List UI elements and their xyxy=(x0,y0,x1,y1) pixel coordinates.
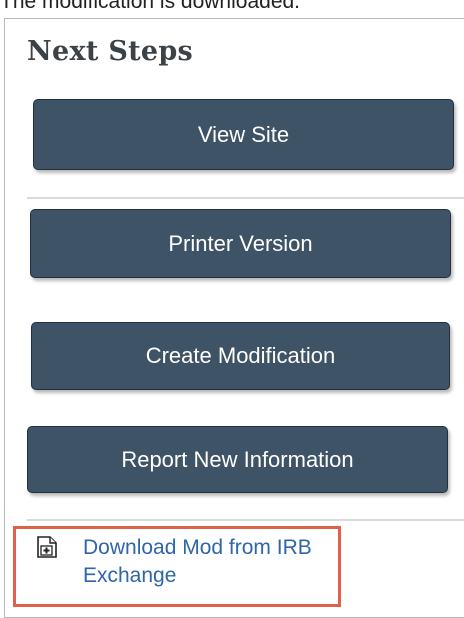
divider xyxy=(27,197,464,199)
panel-title: Next Steps xyxy=(27,36,194,67)
create-modification-button[interactable]: Create Modification xyxy=(31,322,450,390)
caption-text: The modification is downloaded. xyxy=(0,0,301,13)
download-mod-link[interactable]: Download Mod from IRB Exchange xyxy=(83,534,333,590)
document-plus-icon[interactable] xyxy=(36,536,58,558)
report-new-information-button[interactable]: Report New Information xyxy=(27,426,448,493)
divider xyxy=(27,519,464,521)
printer-version-button[interactable]: Printer Version xyxy=(30,209,451,278)
view-site-button[interactable]: View Site xyxy=(33,99,454,170)
